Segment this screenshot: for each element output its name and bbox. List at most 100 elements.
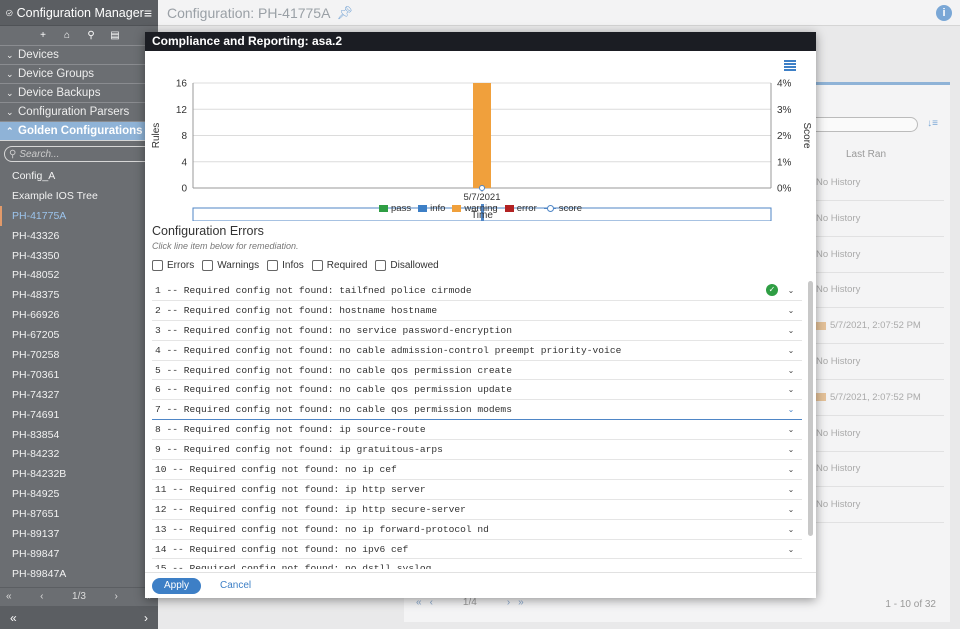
checkbox-icon[interactable] — [152, 260, 163, 271]
sidebar-item[interactable]: PH-48375 — [0, 285, 158, 305]
history-row[interactable]: No History — [816, 487, 944, 524]
first-page-icon[interactable]: « — [6, 591, 12, 602]
history-row[interactable]: No History — [816, 416, 944, 452]
legend-item-score[interactable]: score — [543, 203, 582, 214]
hamburger-menu-icon[interactable]: ≡ — [144, 5, 152, 21]
chevron-down-icon[interactable]: ⌄ — [784, 445, 798, 454]
checkbox-icon[interactable] — [202, 260, 214, 271]
checkbox-icon[interactable] — [375, 260, 387, 271]
chevron-down-icon[interactable]: ⌄ — [784, 405, 798, 414]
error-list-scrollbar[interactable] — [808, 281, 813, 569]
home-icon[interactable]: ⌂ — [61, 30, 73, 41]
sidebar-search-input[interactable]: ⚲ Search... — [4, 146, 153, 162]
cancel-button[interactable]: Cancel — [214, 579, 257, 592]
error-row[interactable]: 12 -- Required config not found: ip http… — [152, 500, 802, 520]
sidebar-item[interactable]: PH-84232 — [0, 444, 158, 464]
chevron-down-icon[interactable]: ⌄ — [784, 346, 798, 355]
history-row[interactable]: 5/7/2021, 2:07:52 PM — [802, 308, 944, 345]
collapse-sidebar-icon[interactable]: « — [10, 611, 17, 625]
history-row[interactable]: No History — [816, 165, 944, 201]
sidebar-item[interactable]: PH-74327 — [0, 385, 158, 405]
chevron-down-icon[interactable]: ⌄ — [784, 525, 798, 534]
sidebar-item[interactable]: PH-89847A — [0, 564, 158, 584]
next-page-icon[interactable]: › — [115, 591, 118, 602]
sidebar-item[interactable]: PH-74691 — [0, 405, 158, 425]
sidebar-item[interactable]: PH-41775A — [0, 205, 158, 226]
error-row[interactable]: 9 -- Required config not found: ip gratu… — [152, 440, 802, 461]
sidebar-section-0[interactable]: ⌄ Devices — [0, 45, 158, 65]
prev-page-icon[interactable]: ‹ — [430, 597, 433, 608]
sidebar-section-4[interactable]: ⌃ Golden Configurations — [0, 121, 158, 141]
expand-icon[interactable]: › — [144, 611, 148, 625]
chevron-down-icon[interactable]: ⌄ — [784, 286, 798, 295]
history-row[interactable]: 5/7/2021, 2:07:52 PM — [802, 380, 944, 416]
prev-page-icon[interactable]: ‹ — [40, 591, 43, 602]
sidebar-item[interactable]: PH-83854 — [0, 425, 158, 445]
sidebar-item[interactable]: PH-70361 — [0, 365, 158, 385]
last-page-icon[interactable]: » — [518, 597, 524, 608]
legend-item-pass[interactable]: pass — [379, 203, 411, 214]
sidebar-item[interactable]: PH-89137 — [0, 524, 158, 544]
chevron-down-icon[interactable]: ⌄ — [784, 385, 798, 394]
legend-item-info[interactable]: info — [418, 203, 445, 214]
sidebar-item[interactable]: PH-43350 — [0, 246, 158, 266]
history-row[interactable]: No History — [816, 237, 944, 273]
history-row[interactable]: No History — [816, 201, 944, 237]
sidebar-item[interactable]: PH-67205 — [0, 325, 158, 345]
apply-button[interactable]: Apply — [152, 577, 202, 594]
error-row[interactable]: 13 -- Required config not found: no ip f… — [152, 520, 802, 540]
legend-item-error[interactable]: error — [504, 203, 537, 214]
filter-warnings-checkbox[interactable]: Warnings — [202, 260, 259, 271]
error-row[interactable]: 10 -- Required config not found: no ip c… — [152, 460, 802, 480]
sidebar-item[interactable]: PH-84925 — [0, 484, 158, 504]
sidebar-item[interactable]: PH-48052 — [0, 265, 158, 285]
sidebar-item[interactable]: PH-43326 — [0, 226, 158, 246]
chevron-down-icon[interactable]: ⌄ — [784, 366, 798, 375]
sidebar-item[interactable]: PH-66926 — [0, 305, 158, 325]
sidebar-item[interactable]: PH-70258 — [0, 345, 158, 365]
search-icon[interactable]: ⚲ — [85, 30, 97, 41]
add-icon[interactable]: + — [37, 30, 49, 41]
sidebar-item[interactable]: PH-84232B — [0, 464, 158, 484]
pin-icon[interactable]: 📌︎ — [336, 5, 353, 21]
checkbox-icon[interactable] — [267, 260, 279, 271]
error-row[interactable]: 7 -- Required config not found: no cable… — [152, 400, 802, 421]
history-search-input[interactable] — [798, 117, 918, 132]
error-row[interactable]: 15 -- Required config not found: no dstl… — [152, 559, 802, 569]
error-row[interactable]: 1 -- Required config not found: tailfned… — [152, 281, 802, 301]
error-row[interactable]: 8 -- Required config not found: ip sourc… — [152, 420, 802, 441]
error-row[interactable]: 2 -- Required config not found: hostname… — [152, 301, 802, 321]
error-row[interactable]: 6 -- Required config not found: no cable… — [152, 380, 802, 401]
sort-icon[interactable]: ↓≡ — [927, 118, 938, 129]
first-page-icon[interactable]: « — [416, 597, 422, 608]
error-row[interactable]: 14 -- Required config not found: no ipv6… — [152, 540, 802, 560]
history-row[interactable]: No History — [816, 344, 944, 380]
sidebar-item[interactable]: Example IOS Tree — [0, 186, 158, 206]
chevron-down-icon[interactable]: ⌄ — [784, 465, 798, 474]
chevron-down-icon[interactable]: ⌄ — [784, 505, 798, 514]
chevron-down-icon[interactable]: ⌄ — [784, 485, 798, 494]
sidebar-section-3[interactable]: ⌄ Configuration Parsers — [0, 102, 158, 122]
sidebar-item[interactable]: PH-89847 — [0, 544, 158, 564]
document-icon[interactable]: ▤ — [109, 30, 121, 41]
filter-disallowed-checkbox[interactable]: Disallowed — [375, 260, 439, 271]
chevron-down-icon[interactable]: ⌄ — [784, 306, 798, 315]
sidebar-item[interactable]: Config_A — [0, 166, 158, 186]
legend-item-warning[interactable]: warning — [452, 203, 498, 214]
filter-infos-checkbox[interactable]: Infos — [267, 260, 304, 271]
sidebar-section-2[interactable]: ⌄ Device Backups — [0, 83, 158, 103]
next-page-icon[interactable]: › — [507, 597, 510, 608]
filter-required-checkbox[interactable]: Required — [311, 260, 367, 271]
bar-warning[interactable] — [473, 83, 491, 188]
sidebar-item[interactable]: PH-87651 — [0, 504, 158, 524]
chevron-down-icon[interactable]: ⌄ — [784, 326, 798, 335]
history-row[interactable]: No History — [816, 451, 944, 488]
chevron-down-icon[interactable]: ⌄ — [784, 545, 798, 554]
error-row[interactable]: 4 -- Required config not found: no cable… — [152, 341, 802, 361]
chevron-down-icon[interactable]: ⌄ — [784, 425, 798, 434]
sidebar-section-1[interactable]: ⌄ Device Groups — [0, 64, 158, 84]
filter-errors-checkbox[interactable]: Errors — [152, 260, 194, 271]
error-row[interactable]: 11 -- Required config not found: ip http… — [152, 480, 802, 500]
chevron-down-icon[interactable]: ⌄ — [784, 564, 798, 569]
info-icon[interactable]: i — [936, 5, 952, 21]
